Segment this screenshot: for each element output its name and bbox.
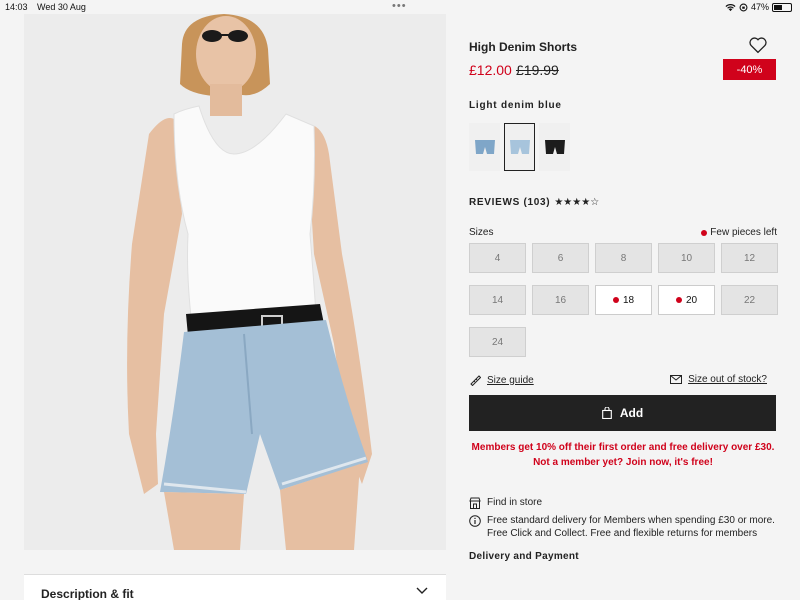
delivery-payment-heading[interactable]: Delivery and Payment [469,551,579,562]
size-label: 22 [743,294,756,306]
size-guide-text: Size guide [487,374,534,386]
ruler-icon [470,375,481,386]
product-panel: High Denim Shorts £12.00 £19.99 -40% Lig… [469,0,778,600]
chevron-down-icon [416,587,428,594]
size-option-10[interactable]: 10 [658,243,715,273]
size-option-8[interactable]: 8 [595,243,652,273]
envelope-icon [670,375,683,384]
size-option-20[interactable]: 20 [658,285,715,315]
swatch-light-denim-blue[interactable] [504,123,535,171]
reviews-label: REVIEWS (103) [469,197,551,208]
swatch-light-blue-alt[interactable] [469,123,500,171]
find-in-store-link[interactable]: Find in store [469,496,542,509]
swatch-black[interactable] [539,123,570,171]
size-label: 6 [557,252,564,264]
size-option-24[interactable]: 24 [469,327,526,357]
few-left-dot-icon [675,297,682,303]
size-label: 4 [494,252,501,264]
promo-line-1: Members get 10% off their first order an… [471,442,775,453]
size-label: 18 [622,294,635,306]
size-option-16[interactable]: 16 [532,285,589,315]
size-out-text: Size out of stock? [688,374,767,385]
delivery-info-text: Free standard delivery for Members when … [487,515,775,539]
add-to-bag-button[interactable]: Add [469,395,776,431]
few-pieces-left-legend: Few pieces left [701,227,777,238]
delivery-info: Free standard delivery for Members when … [469,514,777,540]
size-option-18[interactable]: 18 [595,285,652,315]
member-promo[interactable]: Members get 10% off their first order an… [469,440,777,470]
store-icon [469,497,481,509]
add-button-label: Add [619,406,644,420]
size-option-6[interactable]: 6 [532,243,589,273]
favourite-heart-icon[interactable] [748,36,768,54]
size-option-4[interactable]: 4 [469,243,526,273]
current-price: £12.00 [469,62,512,78]
sizes-label: Sizes [469,227,494,238]
product-image[interactable] [24,14,446,550]
old-price: £19.99 [516,62,559,78]
find-in-store-text: Find in store [487,497,543,508]
size-label: 12 [743,252,756,264]
few-pieces-left-text: Few pieces left [710,227,777,238]
product-title: High Denim Shorts [469,40,578,54]
description-fit-accordion[interactable]: Description & fit [24,574,446,600]
size-label: 20 [685,294,698,306]
rating-stars: ★★★★☆ [554,197,600,208]
status-date: Wed 30 Aug [37,2,86,12]
color-swatches [469,123,570,171]
multitasking-dots-icon[interactable]: ••• [392,0,407,12]
reviews-link[interactable]: REVIEWS (103) ★★★★☆ [469,197,599,208]
size-grid: 4 6 8 10 12 14 16 18 20 22 24 [469,243,778,357]
shopping-bag-icon [601,407,612,419]
few-left-dot-icon [612,297,619,303]
size-label: 8 [620,252,627,264]
size-label: 16 [554,294,567,306]
size-label: 10 [680,252,693,264]
size-option-22[interactable]: 22 [721,285,778,315]
red-dot-icon [701,229,708,236]
status-time: 14:03 [5,2,28,12]
size-guide-link[interactable]: Size guide [469,374,534,386]
color-name: Light denim blue [469,100,562,111]
size-option-12[interactable]: 12 [721,243,778,273]
size-out-of-stock-link[interactable]: Size out of stock? [670,374,767,385]
size-label: 14 [491,294,504,306]
discount-badge: -40% [723,59,776,80]
promo-line-2: Not a member yet? Join now, it's free! [533,457,713,468]
info-icon [469,515,481,527]
size-label: 24 [491,336,504,348]
description-fit-label: Description & fit [41,587,134,600]
size-option-14[interactable]: 14 [469,285,526,315]
